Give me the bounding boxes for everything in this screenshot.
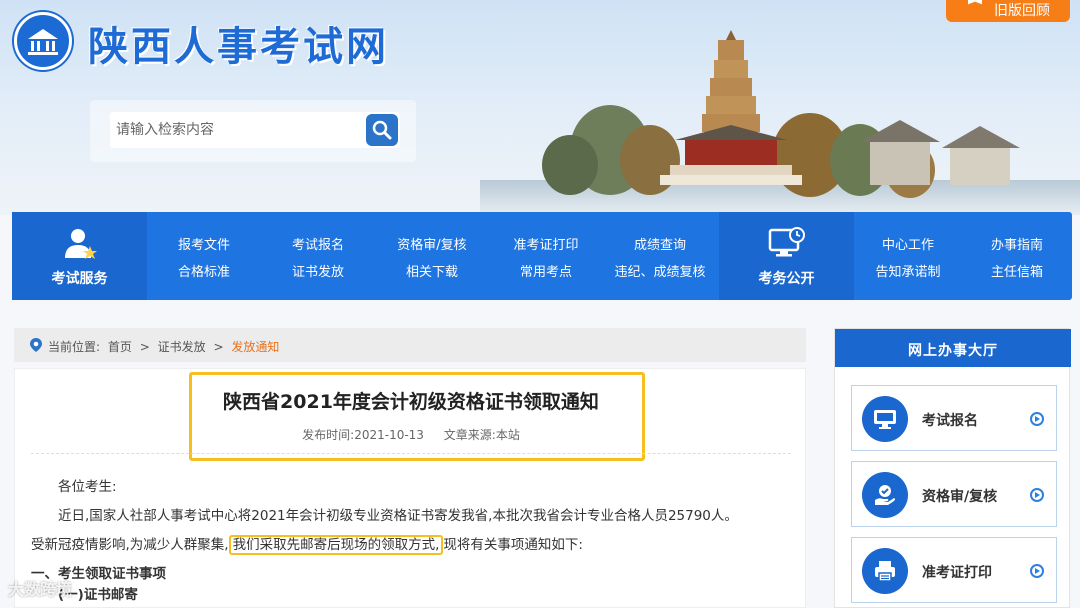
breadcrumb: 当前位置: 首页 > 证书发放 > 发放通知: [14, 328, 806, 362]
logo-building-icon: [28, 29, 58, 55]
pagoda-illustration: [480, 30, 1080, 215]
article-body: 各位考生: 近日,国家人社部人事考试中心将2021年会计初级专业资格证书寄发我省…: [31, 473, 801, 608]
nav-col-4: 准考证打印 常用考点: [489, 212, 603, 300]
sidebar-item-label: 准考证打印: [922, 565, 992, 581]
main-nav: 考试服务 报考文件 合格标准 考试报名 证书发放 资格审/复核 相关下载 准考证…: [12, 212, 1072, 300]
site-title: 陕西人事考试网: [88, 24, 389, 70]
nav-item-certificate-issue[interactable]: 证书发放: [261, 261, 375, 280]
article-source: 文章来源:本站: [443, 428, 520, 442]
nav-item-pass-standard[interactable]: 合格标准: [147, 261, 261, 280]
nav-col-5: 成绩查询 违纪、成绩复核: [603, 212, 717, 300]
nav-item-director-mailbox[interactable]: 主任信箱: [962, 261, 1072, 280]
bookmark-icon: [968, 0, 982, 5]
printer-icon: [862, 548, 908, 594]
hand-check-icon: [862, 472, 908, 518]
title-highlight-box: [189, 372, 645, 461]
old-version-label: 旧版回顾: [994, 3, 1050, 19]
nav-exam-service-label: 考试服务: [51, 271, 108, 287]
search-button[interactable]: [366, 114, 398, 146]
publish-time: 发布时间:2021-10-13: [302, 428, 424, 442]
monitor-icon: [862, 396, 908, 442]
breadcrumb-home[interactable]: 首页: [108, 340, 132, 354]
nav-col-6: 中心工作 告知承诺制: [854, 212, 962, 300]
paragraph: 受新冠疫情影响,为减少人群聚集, 我们采取先邮寄后现场的领取方式, 现将有关事项通知…: [31, 531, 801, 560]
breadcrumb-separator: >: [213, 340, 224, 354]
site-header: 陕西人事考试网 请输入检索内容 旧版回顾: [0, 0, 1080, 215]
sidebar-item-registration[interactable]: 考试报名: [851, 385, 1057, 451]
breadcrumb-current: 发放通知: [231, 340, 280, 354]
article-title: 陕西省2021年度会计初级资格证书领取通知: [223, 391, 599, 413]
paragraph-text: 现将有关事项通知如下:: [443, 537, 583, 553]
nav-col-3: 资格审/复核 相关下载: [375, 212, 489, 300]
sidebar-item-label: 资格审/复核: [922, 489, 998, 505]
arrow-right-icon: [1030, 564, 1044, 578]
nav-col-7: 办事指南 主任信箱: [962, 212, 1072, 300]
breadcrumb-certificate[interactable]: 证书发放: [158, 340, 206, 354]
monitor-clock-icon: [768, 227, 805, 257]
nav-item-score-recheck[interactable]: 违纪、成绩复核: [603, 261, 717, 280]
nav-exam-service[interactable]: 考试服务: [12, 212, 147, 300]
paragraph: 近日,国家人社部人事考试中心将2021年会计初级专业资格证书寄发我省,本批次我省…: [58, 508, 738, 524]
article-meta: 发布时间:2021-10-13 文章来源:本站: [15, 426, 807, 443]
nav-col-2: 考试报名 证书发放: [261, 212, 375, 300]
nav-item-exam-registration[interactable]: 考试报名: [261, 234, 375, 253]
site-logo[interactable]: [14, 12, 72, 70]
search-input[interactable]: [110, 112, 400, 148]
nav-item-admission-print[interactable]: 准考证打印: [489, 234, 603, 253]
nav-item-exam-docs[interactable]: 报考文件: [147, 234, 261, 253]
sidebar-item-admission-print[interactable]: 准考证打印: [851, 537, 1057, 603]
nav-exam-affairs[interactable]: 考务公开: [719, 212, 854, 300]
nav-item-exam-sites[interactable]: 常用考点: [489, 261, 603, 280]
user-star-icon: [64, 229, 97, 259]
watermark: 大数跨境: [8, 580, 73, 599]
location-pin-icon: [30, 338, 42, 352]
nav-item-qualification-review[interactable]: 资格审/复核: [375, 234, 489, 253]
nav-item-downloads[interactable]: 相关下载: [375, 261, 489, 280]
article: 陕西省2021年度会计初级资格证书领取通知 发布时间:2021-10-13 文章…: [14, 368, 806, 608]
nav-item-score-query[interactable]: 成绩查询: [603, 234, 717, 253]
nav-item-center-work[interactable]: 中心工作: [854, 234, 962, 253]
divider: [31, 453, 791, 454]
greeting: 各位考生:: [58, 479, 117, 495]
arrow-right-icon: [1030, 412, 1044, 426]
nav-item-guide[interactable]: 办事指南: [962, 234, 1072, 253]
online-service-hall: 网上办事大厅 考试报名 资格审/复核 准考证打印: [834, 328, 1071, 608]
breadcrumb-separator: >: [139, 340, 150, 354]
old-version-button[interactable]: 旧版回顾: [946, 0, 1070, 22]
sidebar-item-review[interactable]: 资格审/复核: [851, 461, 1057, 527]
sidebar-item-label: 考试报名: [922, 413, 978, 429]
nav-col-1: 报考文件 合格标准: [147, 212, 261, 300]
paragraph-text: 受新冠疫情影响,为减少人群聚集,: [31, 537, 229, 553]
sidebar-title: 网上办事大厅: [835, 329, 1071, 367]
highlighted-phrase: 我们采取先邮寄后现场的领取方式,: [228, 535, 444, 555]
nav-item-commitment[interactable]: 告知承诺制: [854, 261, 962, 280]
arrow-right-icon: [1030, 488, 1044, 502]
search-icon: [372, 120, 392, 140]
nav-exam-affairs-label: 考务公开: [758, 271, 815, 287]
breadcrumb-prefix: 当前位置:: [48, 340, 101, 354]
